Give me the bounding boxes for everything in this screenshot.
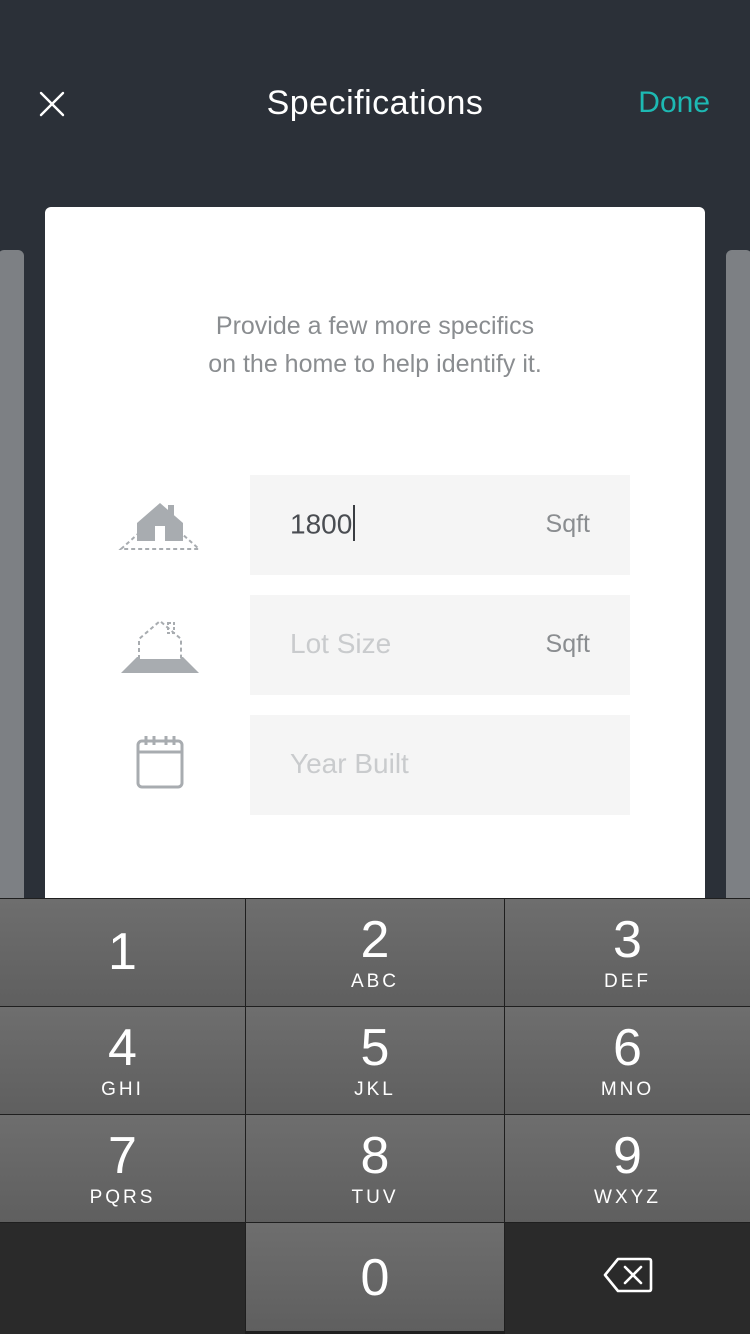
house-area-icon xyxy=(118,503,202,550)
lot-size-placeholder: Lot Size xyxy=(290,628,392,659)
key-8-number: 8 xyxy=(360,1127,390,1185)
year-built-placeholder: Year Built xyxy=(290,748,409,779)
key-7-number: 7 xyxy=(108,1127,137,1185)
key-5-letters: JKL xyxy=(354,1079,396,1100)
lot-size-row: Lot Size Sqft xyxy=(45,595,705,695)
key-9-letters: WXYZ xyxy=(594,1187,661,1208)
key-4-number: 4 xyxy=(108,1019,137,1077)
lot-size-field[interactable]: Lot Size Sqft xyxy=(250,595,630,695)
year-built-row: Year Built xyxy=(45,715,705,815)
header: Specifications Done xyxy=(0,0,750,210)
specifications-card: Provide a few more specifics on the home… xyxy=(45,207,705,927)
key-2[interactable]: 2 ABC xyxy=(246,899,504,1006)
key-8[interactable]: 8 TUV xyxy=(246,1115,504,1222)
key-5[interactable]: 5 JKL xyxy=(246,1007,504,1114)
square-footage-unit: Sqft xyxy=(545,510,590,538)
square-footage-row: 1800 Sqft xyxy=(45,475,705,575)
key-3-number: 3 xyxy=(613,911,642,969)
key-3-letters: DEF xyxy=(604,971,651,992)
key-6-number: 6 xyxy=(613,1019,642,1077)
key-1[interactable]: 1 xyxy=(0,899,245,1006)
next-card[interactable] xyxy=(726,250,750,910)
key-4[interactable]: 4 GHI xyxy=(0,1007,245,1114)
card-description: Provide a few more specifics on the home… xyxy=(45,307,705,383)
square-footage-field[interactable]: 1800 Sqft xyxy=(250,475,630,575)
done-button[interactable]: Done xyxy=(638,86,710,120)
square-footage-value: 1800 xyxy=(290,505,356,544)
key-3[interactable]: 3 DEF xyxy=(505,899,750,1006)
key-7[interactable]: 7 PQRS xyxy=(0,1115,245,1222)
key-2-number: 2 xyxy=(360,911,390,969)
key-0-number: 0 xyxy=(360,1249,390,1307)
lot-size-unit: Sqft xyxy=(545,630,590,658)
key-5-number: 5 xyxy=(360,1019,390,1077)
year-built-field[interactable]: Year Built xyxy=(250,715,630,815)
backspace-icon xyxy=(603,1257,652,1293)
key-1-number: 1 xyxy=(108,923,137,981)
backspace-key[interactable] xyxy=(505,1223,750,1334)
key-2-letters: ABC xyxy=(350,971,400,992)
numeric-keypad: 1 2 ABC 3 DEF 4 GHI 5 JKL 6 MNO 7 PQRS 8… xyxy=(0,898,750,1334)
calendar-icon xyxy=(136,736,184,789)
key-7-letters: PQRS xyxy=(89,1187,156,1208)
key-4-letters: GHI xyxy=(101,1079,144,1100)
key-9[interactable]: 9 WXYZ xyxy=(505,1115,750,1222)
previous-card[interactable] xyxy=(0,250,24,910)
description-line-1: Provide a few more specifics xyxy=(215,312,535,340)
key-9-number: 9 xyxy=(613,1127,642,1185)
key-6-letters: MNO xyxy=(600,1079,655,1100)
key-0[interactable]: 0 xyxy=(246,1223,504,1331)
key-8-letters: TUV xyxy=(351,1187,399,1208)
key-6[interactable]: 6 MNO xyxy=(505,1007,750,1114)
lot-size-icon xyxy=(121,619,199,673)
key-empty xyxy=(0,1223,245,1334)
description-line-2: on the home to help identify it. xyxy=(208,350,542,378)
text-caret xyxy=(353,505,356,541)
